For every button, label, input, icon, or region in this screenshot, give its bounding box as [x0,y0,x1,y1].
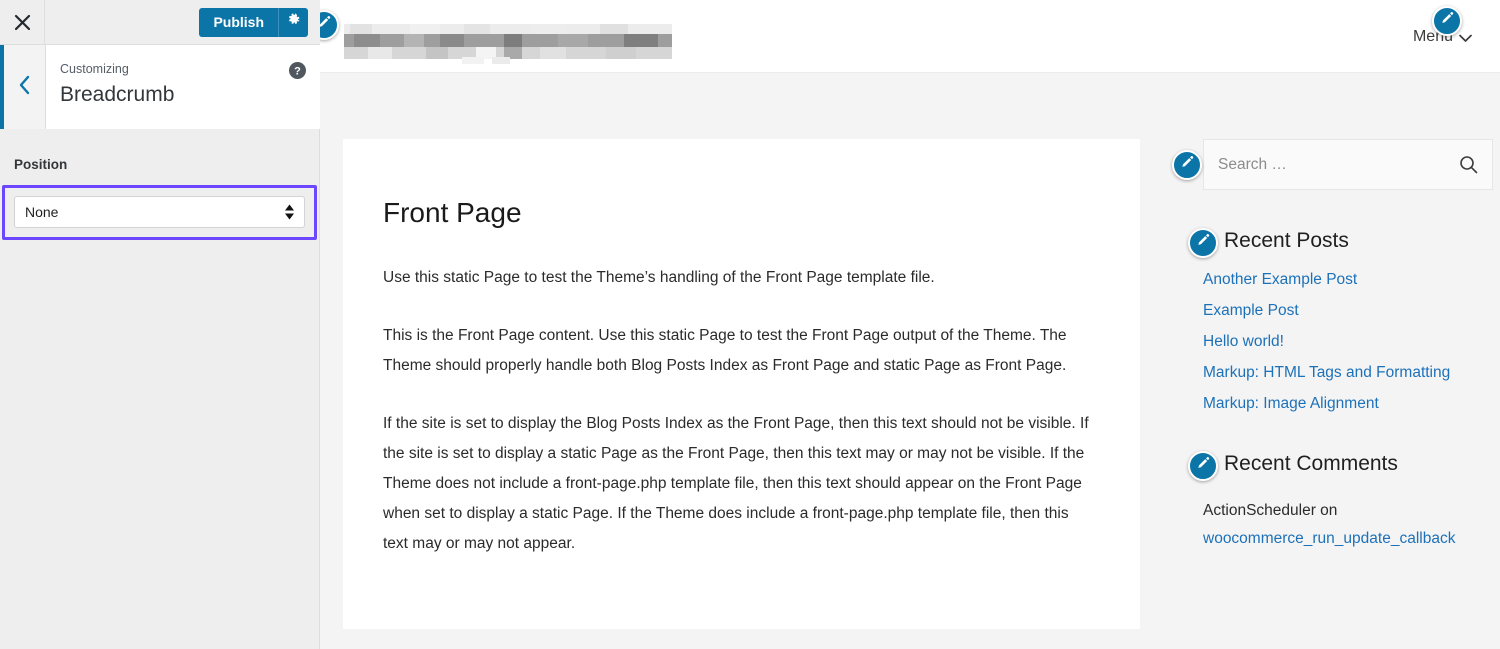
sidebar-widgets: Recent Posts Another Example Post Exampl… [1172,139,1493,553]
site-title-obscured [344,24,672,64]
comment-author: ActionScheduler on [1203,501,1338,519]
primary-menu-toggle[interactable]: Menu [1413,0,1472,73]
panel-heading: Customizing Breadcrumb ? [46,45,320,129]
gear-icon [286,12,301,32]
pencil-edit-icon [1440,11,1455,31]
recent-post-link[interactable]: Markup: HTML Tags and Formatting [1203,364,1450,381]
recent-comments-widget: Recent Comments ActionScheduler on wooco… [1188,451,1493,553]
list-item: ActionScheduler on woocommerce_run_updat… [1203,497,1493,553]
search-input[interactable] [1218,155,1459,174]
edit-menu-shortcut-button[interactable] [1432,6,1462,36]
close-customizer-button[interactable] [0,0,45,44]
site-preview: Menu Front Page Use this static Page to … [320,0,1500,649]
post-content: Use this static Page to test the Theme’s… [343,263,1140,559]
post-paragraph: If the site is set to display the Blog P… [383,414,1089,552]
recent-post-link[interactable]: Markup: Image Alignment [1203,395,1379,412]
pencil-edit-icon [320,15,332,35]
svg-text:?: ? [294,65,301,77]
customizer-controls: Position None [0,129,319,649]
help-circle-icon[interactable]: ? [289,62,306,79]
list-item: Another Example Post [1203,271,1493,289]
recent-posts-widget: Recent Posts Another Example Post Exampl… [1188,228,1493,413]
post-paragraph: Use this static Page to test the Theme’s… [383,268,935,286]
customizer-topbar: Publish [0,0,320,45]
recent-post-link[interactable]: Another Example Post [1203,271,1357,288]
close-icon [14,14,31,31]
pencil-edit-icon [1196,233,1211,253]
edit-header-shortcut-button[interactable] [320,10,339,40]
list-item: Markup: Image Alignment [1203,395,1493,413]
list-item: Markup: HTML Tags and Formatting [1203,364,1493,382]
position-control-label: Position [14,157,68,172]
preview-body: Front Page Use this static Page to test … [320,73,1500,649]
position-select[interactable]: None [14,196,305,228]
pencil-edit-icon [1180,155,1195,175]
chevron-left-icon [17,74,32,101]
position-select-focus-ring: None [2,185,317,240]
widget-title: Recent Posts [1224,229,1349,252]
post-title: Front Page [383,197,522,228]
breadcrumb: Customizing [60,62,129,76]
customizer-screen: Publish Customizing Breadcrumb ? Positio… [0,0,1500,649]
pencil-edit-icon [1196,456,1211,476]
site-header: Menu [320,0,1500,73]
widget-title: Recent Comments [1224,452,1398,476]
recent-post-link[interactable]: Hello world! [1203,333,1284,350]
customizer-actions: Publish [45,0,320,44]
recent-posts-list: Another Example Post Example Post Hello … [1203,271,1493,413]
customizer-sidebar: Publish Customizing Breadcrumb ? Positio… [0,0,320,649]
recent-post-link[interactable]: Example Post [1203,302,1299,319]
list-item: Hello world! [1203,333,1493,351]
select-stepper-icon [285,204,294,220]
position-select-value: None [25,204,59,220]
post-paragraph: This is the Front Page content. Use this… [383,326,1067,374]
front-page-article: Front Page Use this static Page to test … [343,139,1140,629]
list-item: Example Post [1203,302,1493,320]
chevron-down-icon[interactable] [1459,30,1472,48]
edit-recent-posts-widget-button[interactable] [1188,228,1218,258]
search-icon[interactable] [1459,155,1478,174]
page-title: Breadcrumb [60,82,175,106]
publish-button[interactable]: Publish [199,7,278,37]
customizer-panel-header: Customizing Breadcrumb ? [0,45,320,129]
edit-search-widget-button[interactable] [1172,150,1202,180]
search-widget [1172,139,1493,190]
comment-target-link[interactable]: woocommerce_run_update_callback [1203,530,1455,547]
back-button[interactable] [0,45,46,129]
publish-settings-button[interactable] [278,7,308,37]
publish-group: Publish [199,7,308,37]
